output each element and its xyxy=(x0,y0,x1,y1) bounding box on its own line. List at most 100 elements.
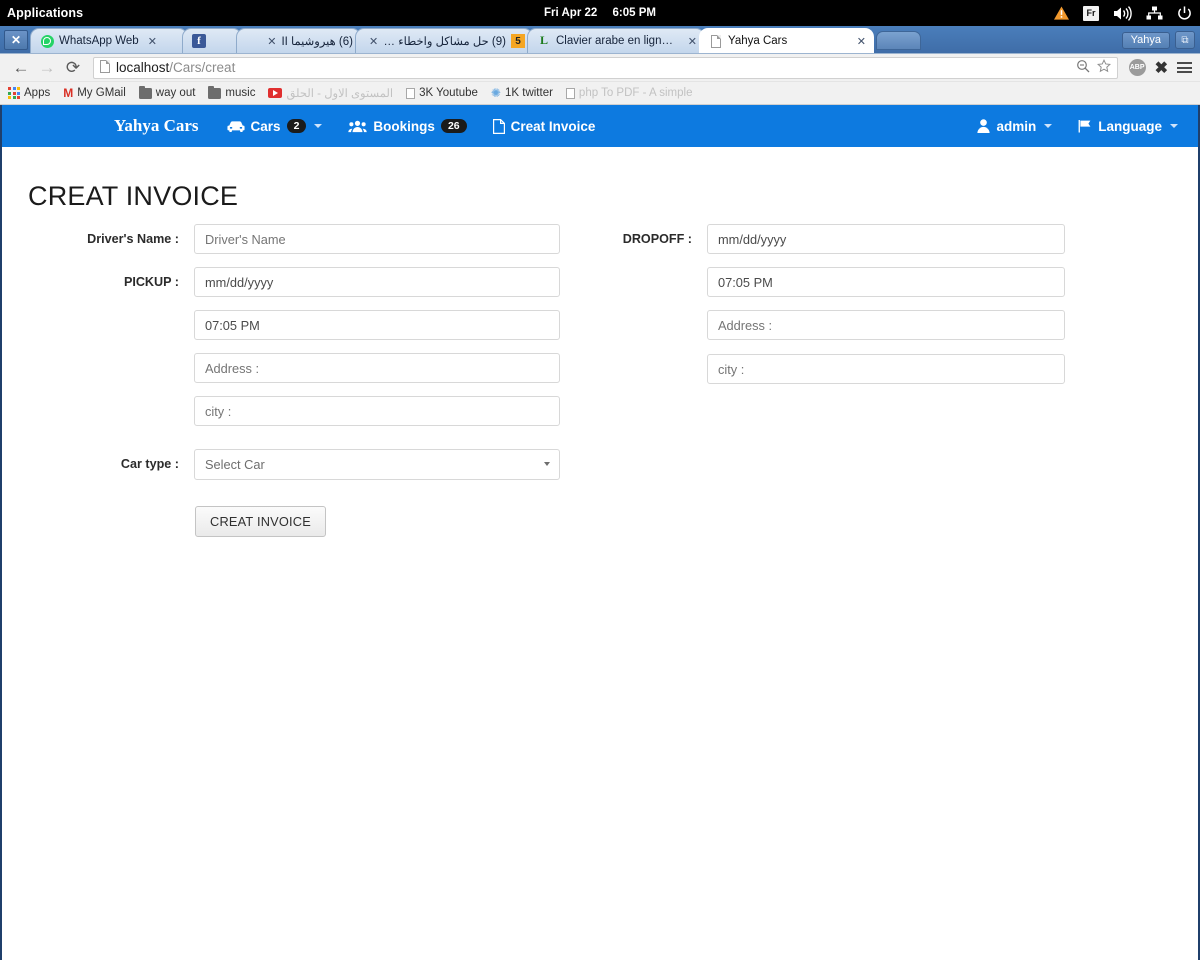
facebook-icon: f xyxy=(192,34,206,48)
window-close-button[interactable]: ✕ xyxy=(4,30,28,50)
bookmark-apps[interactable]: Apps xyxy=(8,87,50,99)
network-icon[interactable] xyxy=(1146,6,1163,20)
restore-window-icon[interactable]: ⧉ xyxy=(1175,31,1195,49)
browser-tab[interactable]: WhatsApp Web ✕ xyxy=(30,28,188,53)
document-icon xyxy=(566,88,575,99)
bookmark-label: 1K twitter xyxy=(505,87,553,99)
browser-tab-active[interactable]: Yahya Cars ✕ xyxy=(699,28,874,53)
nav-item-cars[interactable]: Cars 2 xyxy=(227,119,323,134)
tab-title: (6) هيروشيما II xyxy=(281,34,353,48)
address-bar[interactable]: localhost/Cars/creat xyxy=(93,57,1118,79)
zoom-out-icon[interactable] xyxy=(1076,59,1090,76)
drivers-name-input[interactable] xyxy=(194,224,560,254)
dropoff-address-input[interactable] xyxy=(707,310,1065,340)
pickup-date-input[interactable]: mm/dd/yyyy xyxy=(194,267,560,297)
nav-item-admin[interactable]: admin xyxy=(977,119,1052,134)
back-arrow-icon[interactable]: ← xyxy=(8,55,34,81)
form-row-drivers-name: Driver's Name : xyxy=(2,224,602,254)
adblock-icon[interactable]: ABP xyxy=(1129,59,1146,76)
chevron-down-icon xyxy=(1170,124,1178,128)
bookings-badge: 26 xyxy=(441,119,467,134)
volume-icon[interactable] xyxy=(1113,6,1132,21)
invoice-form: Driver's Name : PICKUP : mm/dd/yyyy 07:0… xyxy=(2,224,1198,537)
page-info-icon[interactable] xyxy=(100,60,110,76)
applications-menu[interactable]: Applications xyxy=(7,6,83,20)
document-icon xyxy=(709,34,723,48)
tab-title: WhatsApp Web xyxy=(59,35,139,47)
nav-label: Language xyxy=(1098,119,1162,134)
form-row-dropoff-city xyxy=(602,354,1200,384)
dropoff-date-input[interactable]: mm/dd/yyyy xyxy=(707,224,1065,254)
bookmark-php-to-pdf[interactable]: php To PDF - A simple xyxy=(566,87,693,99)
browser-tab[interactable]: L Clavier arabe en ligne LEXI ✕ xyxy=(527,28,705,53)
app-navbar: Yahya Cars Cars 2 Bookings 26 xyxy=(2,105,1198,147)
page-title: CREAT INVOICE xyxy=(28,181,1198,212)
dropoff-city-input[interactable] xyxy=(707,354,1065,384)
browser-tab[interactable]: 5 (9) حل مشاكل واخطاء برم ✕ xyxy=(355,28,533,53)
bookmark-1k-twitter[interactable]: ✺ 1K twitter xyxy=(491,86,553,100)
app-brand[interactable]: Yahya Cars xyxy=(114,116,199,136)
warning-icon[interactable] xyxy=(1054,6,1069,20)
bookmark-music[interactable]: music xyxy=(208,87,255,99)
bookmark-way-out[interactable]: way out xyxy=(139,87,196,99)
document-icon xyxy=(406,88,415,99)
clock-time: 6:05 PM xyxy=(613,7,656,19)
bookmark-label: 3K Youtube xyxy=(419,87,478,99)
close-icon[interactable]: ✕ xyxy=(267,35,276,48)
gmail-icon: M xyxy=(63,86,73,100)
file-icon xyxy=(493,119,505,134)
users-icon xyxy=(348,120,367,133)
bookmark-label: music xyxy=(225,87,255,99)
hamburger-menu-icon[interactable] xyxy=(1177,62,1192,73)
close-icon[interactable]: ✕ xyxy=(369,35,378,48)
bookmark-3k-youtube[interactable]: 3K Youtube xyxy=(406,87,478,99)
bookmark-my-gmail[interactable]: M My GMail xyxy=(63,86,126,100)
form-row-submit: CREAT INVOICE xyxy=(2,506,602,537)
bookmark-arabic-playlist[interactable]: المستوى الاول - الحلق xyxy=(268,86,393,100)
close-icon[interactable]: ✕ xyxy=(688,35,697,48)
nav-label: Bookings xyxy=(373,119,435,134)
form-row-dropoff-address xyxy=(602,310,1200,340)
form-column-left: Driver's Name : PICKUP : mm/dd/yyyy 07:0… xyxy=(2,224,602,537)
form-column-right: DROPOFF : mm/dd/yyyy 07:05 PM xyxy=(602,224,1200,537)
browser-toolbar: ← → ⟳ localhost/Cars/creat ABP ✖ xyxy=(0,54,1200,82)
creat-invoice-button[interactable]: CREAT INVOICE xyxy=(195,506,326,537)
navbar-items: Cars 2 Bookings 26 Creat Invoice xyxy=(227,119,596,134)
new-tab-button[interactable] xyxy=(876,31,921,50)
url-host: localhost xyxy=(116,60,169,75)
star-icon[interactable] xyxy=(1097,59,1111,76)
bookmark-label: way out xyxy=(156,87,196,99)
page-viewport: Yahya Cars Cars 2 Bookings 26 xyxy=(0,105,1200,960)
toolbar-extensions: ABP ✖ xyxy=(1125,58,1192,78)
youtube-icon xyxy=(268,88,282,98)
lexilogos-icon: L xyxy=(537,34,551,48)
nav-item-bookings[interactable]: Bookings 26 xyxy=(348,119,466,134)
close-icon[interactable]: ✕ xyxy=(148,35,157,48)
folder-icon xyxy=(208,88,221,99)
keyboard-layout-indicator[interactable]: Fr xyxy=(1083,6,1099,21)
forward-arrow-icon[interactable]: → xyxy=(34,55,60,81)
browser-tab[interactable]: (6) هيروشيما II ✕ xyxy=(236,28,361,53)
power-icon[interactable] xyxy=(1177,6,1192,21)
x-extension-icon[interactable]: ✖ xyxy=(1155,58,1168,78)
number-badge-icon: 5 xyxy=(511,34,525,48)
pickup-label: PICKUP : xyxy=(2,275,194,289)
system-clock[interactable]: Fri Apr 22 6:05 PM xyxy=(0,7,1200,19)
pickup-time-input[interactable]: 07:05 PM xyxy=(194,310,560,340)
nav-item-creat-invoice[interactable]: Creat Invoice xyxy=(493,119,596,134)
close-icon[interactable]: ✕ xyxy=(857,35,866,48)
pickup-city-input[interactable] xyxy=(194,396,560,426)
dropoff-time-input[interactable]: 07:05 PM xyxy=(707,267,1065,297)
nav-item-language[interactable]: Language xyxy=(1078,119,1178,134)
browser-profile-button[interactable]: Yahya xyxy=(1122,32,1170,49)
drivers-name-label: Driver's Name : xyxy=(2,232,194,246)
system-tray: Fr xyxy=(1054,0,1192,26)
pickup-address-input[interactable] xyxy=(194,353,560,383)
browser-tab[interactable]: f xyxy=(182,28,242,53)
reload-icon[interactable]: ⟳ xyxy=(60,55,86,81)
form-row-dropoff-date: DROPOFF : mm/dd/yyyy xyxy=(602,224,1200,254)
tab-title: Yahya Cars xyxy=(728,35,848,47)
twitter-icon: ✺ xyxy=(491,86,501,100)
car-type-select[interactable]: Select Car xyxy=(194,449,560,480)
cars-badge: 2 xyxy=(287,119,307,134)
